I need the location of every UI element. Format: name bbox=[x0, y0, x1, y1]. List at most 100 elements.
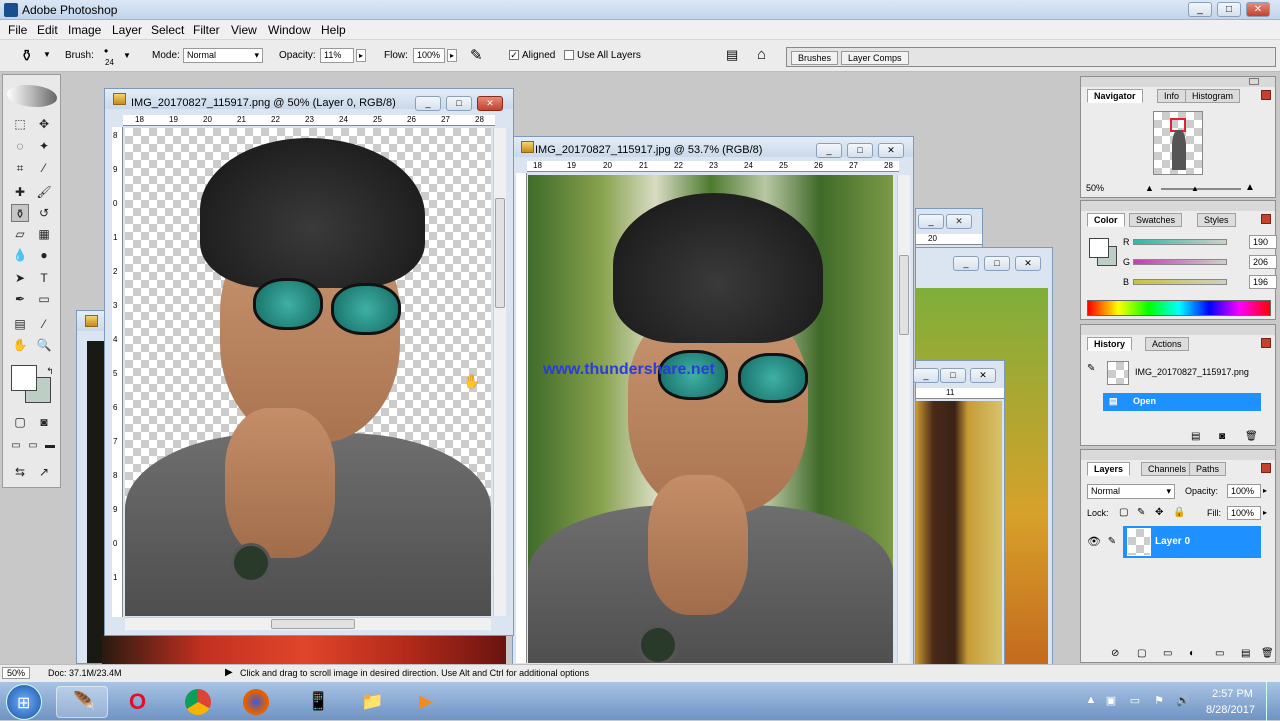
new-group-icon[interactable]: ▭ bbox=[1215, 648, 1224, 659]
tray-volume-icon[interactable]: 🔊 bbox=[1176, 694, 1190, 708]
maximize-button[interactable]: □ bbox=[1217, 2, 1241, 17]
layers-fill-slider-toggle-icon[interactable]: ▸ bbox=[1263, 508, 1267, 517]
menu-filter[interactable]: Filter bbox=[193, 23, 220, 37]
color-spectrum-ramp[interactable] bbox=[1087, 300, 1271, 316]
document-window-png[interactable]: IMG_20170827_115917.png @ 50% (Layer 0, … bbox=[104, 88, 514, 636]
close-button[interactable]: ✕ bbox=[1246, 2, 1270, 17]
crop-tool-icon[interactable]: ⌗ bbox=[11, 159, 29, 177]
use-all-layers-checkbox[interactable] bbox=[564, 50, 574, 60]
doc1-vertical-scroll-thumb[interactable] bbox=[495, 198, 505, 308]
type-tool-icon[interactable]: T bbox=[35, 269, 53, 287]
flow-input[interactable]: 100% bbox=[413, 48, 445, 63]
doc4-maximize-button[interactable]: □ bbox=[984, 256, 1010, 271]
navigator-thumbnail[interactable] bbox=[1153, 111, 1203, 175]
taskbar-firefox-button[interactable] bbox=[230, 686, 282, 718]
doc3-minimize-button[interactable]: _ bbox=[918, 214, 944, 229]
layers-blend-mode-select[interactable]: Normal ▾ bbox=[1087, 484, 1175, 499]
dodge-tool-icon[interactable]: ● bbox=[35, 246, 53, 264]
menu-select[interactable]: Select bbox=[151, 23, 184, 37]
history-tab[interactable]: History bbox=[1087, 337, 1133, 351]
layers-opacity-input[interactable]: 100% bbox=[1227, 484, 1261, 498]
doc3-close-button[interactable]: ✕ bbox=[946, 214, 972, 229]
layers-menu-icon[interactable] bbox=[1261, 463, 1271, 473]
history-brush-source-icon[interactable]: ✎ bbox=[1087, 363, 1095, 374]
layers-fill-input[interactable]: 100% bbox=[1227, 506, 1261, 520]
add-mask-icon[interactable]: ▭ bbox=[1163, 648, 1172, 659]
styles-tab[interactable]: Styles bbox=[1197, 213, 1236, 227]
blur-tool-icon[interactable]: 💧 bbox=[11, 246, 29, 264]
airbrush-icon[interactable]: ✎ bbox=[470, 46, 483, 64]
new-snapshot-icon[interactable]: ◙ bbox=[1219, 431, 1225, 442]
layers-tab[interactable]: Layers bbox=[1087, 462, 1131, 476]
delete-layer-icon[interactable]: 🗑 bbox=[1261, 648, 1274, 659]
menu-help[interactable]: Help bbox=[321, 23, 346, 37]
lock-position-icon[interactable]: ✥ bbox=[1155, 507, 1163, 518]
histogram-tab[interactable]: Histogram bbox=[1185, 89, 1241, 103]
path-selection-tool-icon[interactable]: ➤ bbox=[11, 269, 29, 287]
palette-minimize-icon[interactable] bbox=[1249, 78, 1259, 85]
clone-stamp-tool-icon[interactable]: ⚱ bbox=[11, 204, 29, 222]
actions-tab[interactable]: Actions bbox=[1145, 337, 1189, 351]
slice-tool-icon[interactable]: ⁄ bbox=[35, 159, 53, 177]
doc1-maximize-button[interactable]: □ bbox=[446, 96, 472, 111]
taskbar-media-button[interactable]: ▶ bbox=[404, 686, 456, 718]
document-window-jpg[interactable]: IMG_20170827_115917.jpg @ 53.7% (RGB/8) … bbox=[512, 136, 914, 666]
swap-colors-icon[interactable]: ↰ bbox=[41, 362, 59, 380]
doc2-minimize-button[interactable]: _ bbox=[816, 143, 842, 158]
document-window-3[interactable]: _ ✕ 20 bbox=[915, 208, 983, 248]
layer-visibility-eye-icon[interactable]: 👁 bbox=[1085, 526, 1103, 558]
brush-dropdown-icon[interactable]: ▼ bbox=[123, 51, 131, 60]
standard-mode-icon[interactable]: ▢ bbox=[11, 413, 29, 431]
quick-mask-mode-icon[interactable]: ◙ bbox=[35, 413, 53, 431]
zoom-in-icon[interactable]: ▲ bbox=[1245, 182, 1255, 193]
link-layers-icon[interactable]: ⊘ bbox=[1111, 648, 1119, 659]
start-button[interactable]: ⊞ bbox=[6, 684, 42, 720]
tray-screen-icon[interactable]: ▭ bbox=[1128, 694, 1142, 708]
pen-tool-icon[interactable]: ✒ bbox=[11, 290, 29, 308]
lasso-tool-icon[interactable]: ◌ bbox=[11, 137, 29, 155]
doc1-close-button[interactable]: ✕ bbox=[477, 96, 503, 111]
color-b-value[interactable]: 196 bbox=[1249, 275, 1277, 289]
navigator-zoom-slider-handle[interactable]: ▲ bbox=[1191, 184, 1199, 193]
doc1-horizontal-scroll-thumb[interactable] bbox=[271, 619, 355, 629]
palette-well-icon[interactable]: ⌂ bbox=[757, 46, 766, 63]
layer-row-layer-0[interactable]: Layer 0 bbox=[1123, 526, 1261, 558]
new-adjustment-layer-icon[interactable]: ◐ bbox=[1189, 648, 1195, 659]
history-snapshot-row[interactable]: ✎ IMG_20170827_115917.png bbox=[1083, 361, 1261, 385]
doc5-maximize-button[interactable]: □ bbox=[940, 368, 966, 383]
paths-tab[interactable]: Paths bbox=[1189, 462, 1227, 476]
menu-view[interactable]: View bbox=[231, 23, 257, 37]
color-g-slider[interactable] bbox=[1133, 259, 1227, 265]
menu-edit[interactable]: Edit bbox=[37, 23, 58, 37]
healing-brush-tool-icon[interactable]: ✚ bbox=[11, 183, 29, 201]
taskbar-chrome-button[interactable] bbox=[172, 686, 224, 718]
zoom-tool-icon[interactable]: 🔍 bbox=[35, 336, 53, 354]
lock-transparency-icon[interactable]: ▢ bbox=[1119, 507, 1128, 518]
color-g-value[interactable]: 206 bbox=[1249, 255, 1277, 269]
hand-tool-icon[interactable]: ✋ bbox=[11, 336, 29, 354]
lock-image-icon[interactable]: ✎ bbox=[1137, 507, 1145, 518]
eyedropper-tool-icon[interactable]: ⁄ bbox=[35, 315, 53, 333]
notes-tool-icon[interactable]: ▤ bbox=[11, 315, 29, 333]
tray-app-icon[interactable]: ▣ bbox=[1104, 694, 1118, 708]
history-palette-bar[interactable] bbox=[1081, 325, 1275, 335]
doc1-horizontal-scrollbar[interactable] bbox=[125, 617, 491, 630]
navigator-palette-bar[interactable] bbox=[1081, 77, 1275, 87]
doc2-vertical-scrollbar[interactable] bbox=[897, 175, 910, 663]
brushes-tab[interactable]: Brushes bbox=[791, 51, 839, 65]
marquee-tool-icon[interactable]: ⬚ bbox=[11, 115, 29, 133]
color-palette-bar[interactable] bbox=[1081, 201, 1275, 211]
menu-layer[interactable]: Layer bbox=[112, 23, 142, 37]
photoshop-feather-logo[interactable] bbox=[7, 85, 57, 107]
gradient-tool-icon[interactable]: ▦ bbox=[35, 225, 53, 243]
doc1-vertical-scrollbar[interactable] bbox=[493, 128, 506, 616]
layers-palette-bar[interactable] bbox=[1081, 450, 1275, 460]
doc4-close-button[interactable]: ✕ bbox=[1015, 256, 1041, 271]
clone-stamp-icon[interactable]: ⚱ bbox=[20, 46, 33, 66]
taskbar-photoshop-button[interactable]: 🪶 bbox=[56, 686, 108, 718]
color-foreground-swatch[interactable] bbox=[1089, 238, 1109, 258]
color-r-slider[interactable] bbox=[1133, 239, 1227, 245]
doc5-minimize-button[interactable]: _ bbox=[913, 368, 939, 383]
shape-tool-icon[interactable]: ▭ bbox=[35, 290, 53, 308]
mode-select[interactable]: Normal ▾ bbox=[183, 48, 263, 63]
